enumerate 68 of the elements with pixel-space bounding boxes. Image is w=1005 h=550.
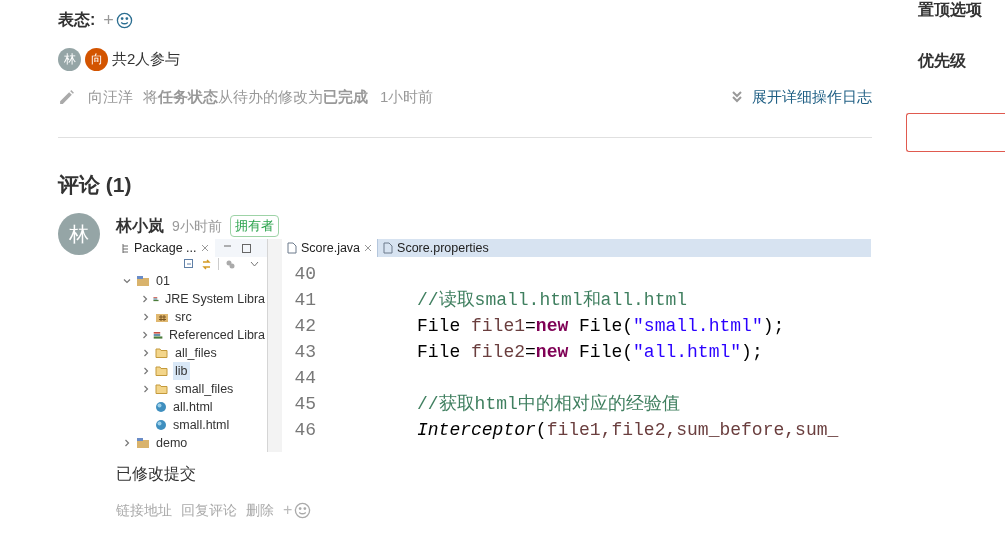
maximize-icon[interactable]: [241, 243, 251, 253]
close-icon[interactable]: [364, 244, 373, 252]
smiley-icon[interactable]: [294, 501, 312, 519]
chevron-right-icon[interactable]: [141, 295, 149, 303]
avatar[interactable]: 向: [85, 47, 108, 71]
smiley-icon[interactable]: [115, 11, 133, 29]
close-icon[interactable]: [200, 244, 209, 252]
expand-log-link[interactable]: 展开详细操作日志: [752, 85, 872, 109]
project-icon: [136, 437, 150, 449]
comment-time: 9小时前: [172, 216, 222, 236]
code-line: Interceptor(file1,file2,sum_before,sum_: [417, 419, 839, 442]
globe-icon: [155, 401, 167, 413]
code-line: File file2=new File("all.html");: [417, 341, 763, 364]
line-number: 45: [293, 393, 316, 416]
editor-tab[interactable]: Score.java: [282, 239, 378, 257]
folder-icon: [155, 347, 169, 359]
tree-item[interactable]: small_files: [173, 379, 236, 399]
comment-body: 已修改提交: [116, 464, 197, 484]
dropdown-icon[interactable]: [250, 261, 259, 267]
chevron-right-icon[interactable]: [142, 385, 150, 393]
line-number: 44: [293, 367, 316, 390]
tree-item[interactable]: demo: [154, 433, 190, 452]
pencil-icon: [58, 88, 75, 106]
document-icon: [287, 242, 297, 254]
collapse-icon[interactable]: [184, 258, 195, 270]
tree-item[interactable]: Referenced Libra: [167, 325, 267, 345]
activity-time: 1小时前: [380, 86, 434, 107]
code-line: //读取small.html和all.html: [417, 289, 688, 312]
tree-item[interactable]: all.html: [171, 397, 215, 417]
project-icon: [136, 275, 150, 287]
library-icon: [153, 329, 164, 341]
line-number: 42: [293, 315, 316, 338]
tree-item[interactable]: 01: [154, 271, 172, 291]
comments-heading: 评论 (1): [58, 172, 133, 198]
hierarchy-icon: [122, 242, 130, 254]
line-number: 41: [293, 289, 316, 312]
line-number: 40: [293, 263, 316, 286]
chevron-right-icon[interactable]: [142, 313, 150, 321]
input-field[interactable]: [906, 113, 1005, 152]
chevron-down-icon[interactable]: [123, 277, 131, 285]
tree-item[interactable]: lib: [173, 361, 190, 381]
code-line: //获取html中的相对应的经验值: [417, 393, 680, 416]
folder-icon: [155, 383, 169, 395]
reaction-label: 表态:: [58, 10, 96, 30]
tree-item[interactable]: small.html: [171, 415, 232, 435]
dots-icon[interactable]: [225, 258, 236, 270]
line-number: 46: [293, 419, 316, 442]
sidebar-heading: 优先级: [918, 51, 967, 71]
comment-author[interactable]: 林小岚: [116, 214, 164, 238]
line-number: 43: [293, 341, 316, 364]
double-chevron-down-icon: [732, 91, 742, 103]
tree-item[interactable]: JRE System Libra: [162, 289, 267, 309]
folder-icon: [155, 365, 169, 377]
tree-item[interactable]: src: [173, 307, 194, 327]
chevron-right-icon[interactable]: [123, 439, 131, 447]
chevron-right-icon[interactable]: [141, 331, 149, 339]
package-icon: [155, 311, 169, 323]
participant-count: 共2人参与: [112, 48, 181, 69]
chevron-right-icon[interactable]: [142, 349, 150, 357]
owner-badge: 拥有者: [229, 215, 279, 237]
code-line: File file1=new File("small.html");: [417, 315, 785, 338]
sidebar-heading: 置顶选项: [918, 0, 983, 20]
activity-text: 将任务状态从待办的修改为已完成: [143, 86, 368, 107]
chevron-right-icon[interactable]: [142, 367, 150, 375]
globe-icon: [155, 419, 167, 431]
link-icon[interactable]: [201, 258, 212, 270]
tree-item[interactable]: all_files: [173, 343, 219, 363]
document-icon: [383, 242, 394, 254]
